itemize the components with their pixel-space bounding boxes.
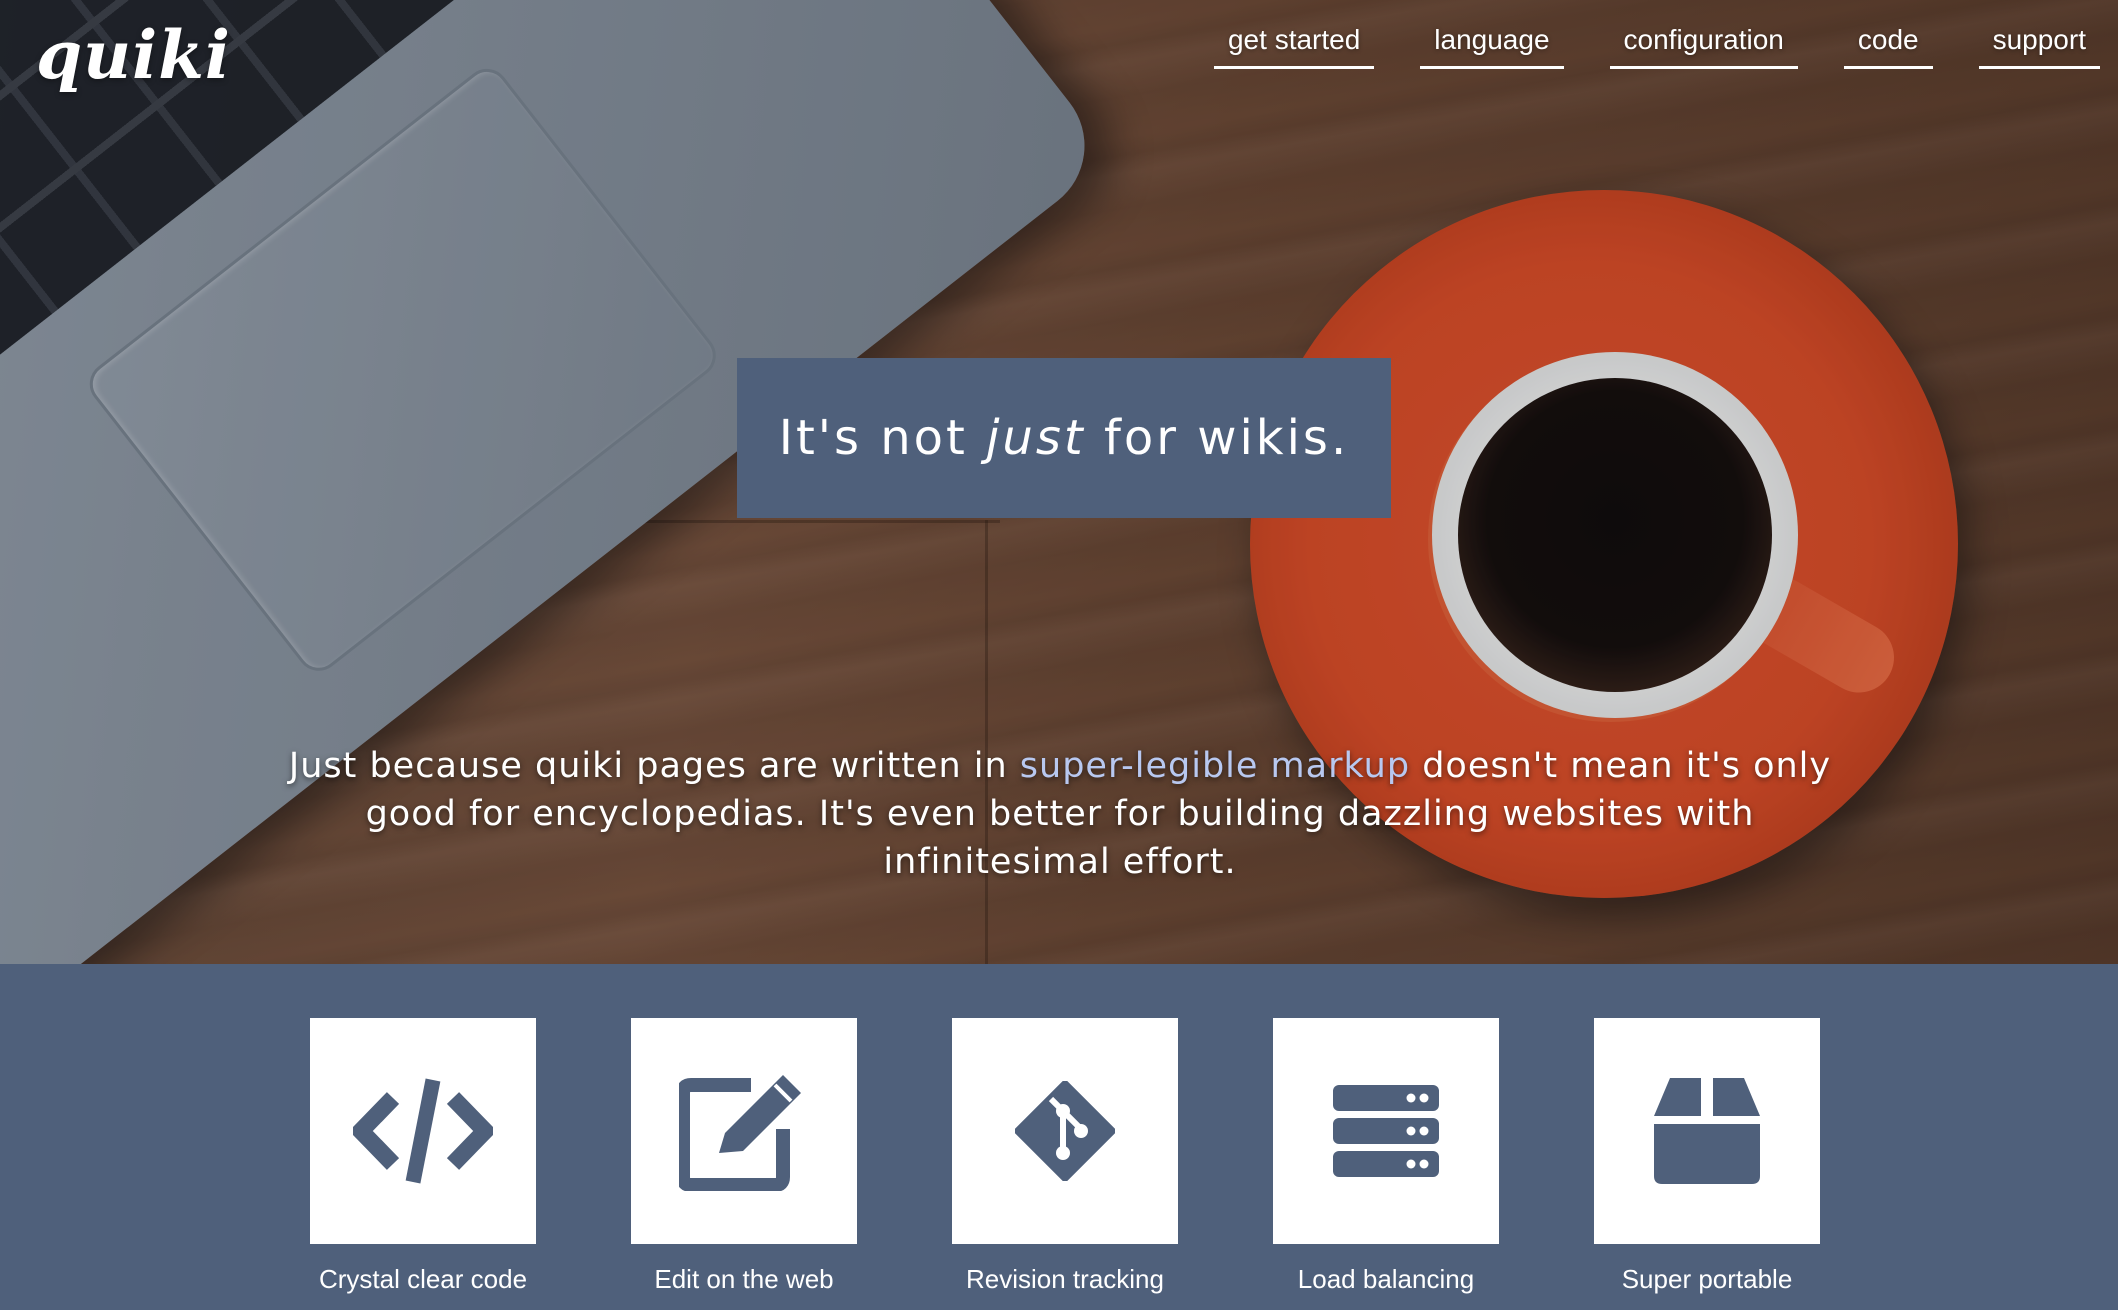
headline-banner: It's not just for wikis. [737, 358, 1391, 518]
nav-link-configuration[interactable]: configuration [1609, 22, 1798, 69]
feature-tile[interactable] [952, 1018, 1178, 1244]
feature-tile[interactable] [310, 1018, 536, 1244]
feature-tile[interactable] [631, 1018, 857, 1244]
hero-intro-text: Just because quiki pages are written in … [260, 742, 1860, 886]
feature-label: Super portable [1621, 1264, 1793, 1294]
nav-link-code[interactable]: code [1843, 22, 1933, 69]
headline-text-before: It's not [778, 410, 987, 466]
feature-edit-on-the-web[interactable]: Edit on the web [631, 1018, 857, 1295]
feature-crystal-clear-code[interactable]: Crystal clear code [310, 1018, 536, 1295]
feature-label: Edit on the web [654, 1264, 834, 1294]
code-icon [353, 1078, 493, 1184]
top-nav: get started language configuration code … [1192, 22, 2118, 69]
edit-icon [679, 1075, 801, 1191]
features-section: Crystal clear code Edit on the web Revis… [0, 964, 2118, 1310]
markup-link[interactable]: super-legible markup [1020, 746, 1410, 786]
nav-link-get-started[interactable]: get started [1213, 22, 1375, 69]
feature-label: Crystal clear code [318, 1264, 528, 1294]
hero-headline: It's not just for wikis. [779, 410, 1349, 466]
feature-revision-tracking[interactable]: Revision tracking [952, 1018, 1178, 1295]
feature-label: Revision tracking [966, 1264, 1164, 1294]
feature-tile[interactable] [1594, 1018, 1820, 1244]
feature-tile[interactable] [1273, 1018, 1499, 1244]
headline-emphasis: just [986, 410, 1086, 466]
feature-load-balancing[interactable]: Load balancing [1273, 1018, 1499, 1295]
nav-link-language[interactable]: language [1420, 22, 1564, 69]
nav-link-support[interactable]: support [1978, 22, 2100, 69]
git-icon [1015, 1081, 1115, 1181]
feature-super-portable[interactable]: Super portable [1594, 1018, 1820, 1295]
headline-text-after: for wikis. [1085, 410, 1350, 466]
site-logo[interactable]: quiki [36, 16, 231, 95]
intro-text-before: Just because quiki pages are written in [288, 746, 1020, 786]
feature-label: Load balancing [1297, 1264, 1475, 1294]
box-icon [1654, 1078, 1760, 1184]
server-icon [1333, 1085, 1439, 1177]
hero-section: quiki get started language configuration… [0, 0, 2118, 964]
